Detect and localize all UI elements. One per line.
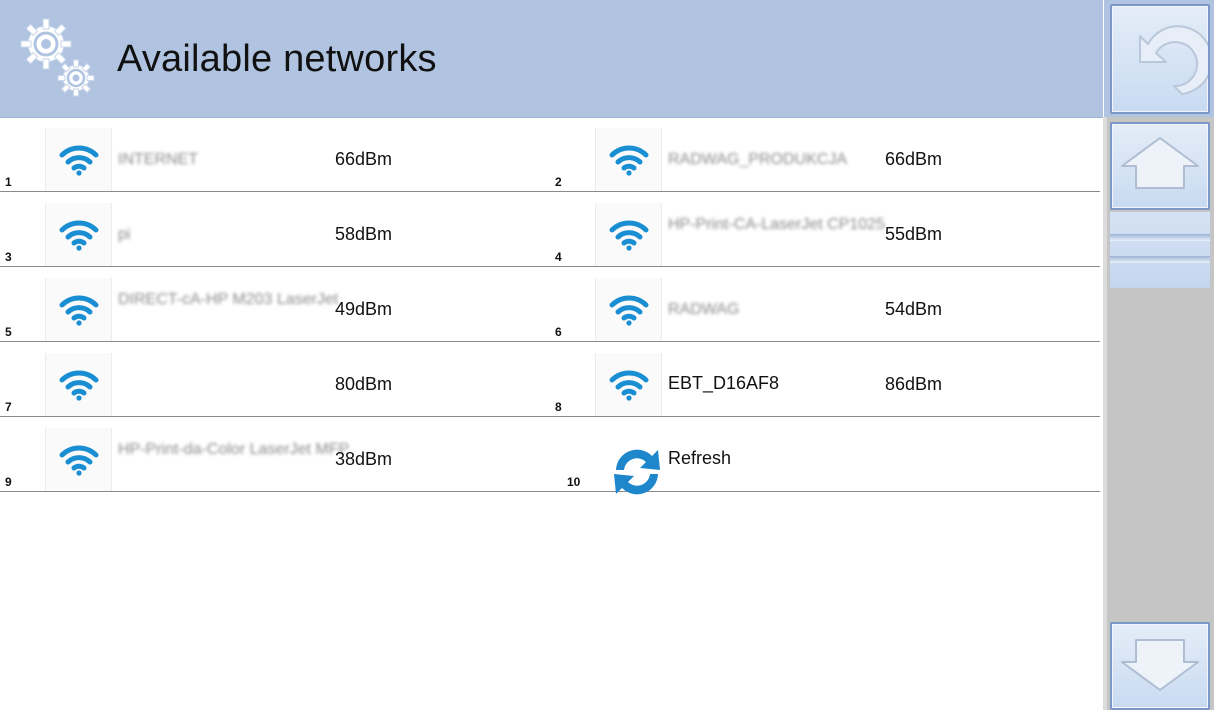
wifi-icon-box	[45, 128, 112, 191]
wifi-icon	[59, 295, 99, 326]
network-item[interactable]: 6 RADWAG 54dBm	[550, 274, 1100, 342]
wifi-icon-box	[45, 203, 112, 266]
network-index: 2	[555, 175, 562, 189]
wifi-icon	[59, 145, 99, 176]
network-name: HP-Print-da-Color LaserJet MFP	[118, 441, 350, 458]
signal-strength: 66dBm	[335, 149, 393, 169]
network-item[interactable]: 7 80dBm	[0, 349, 550, 417]
scrollbar-thumb[interactable]	[1110, 212, 1210, 288]
network-item[interactable]: 1 INTERNET 66dBm	[0, 124, 550, 192]
wifi-icon	[609, 295, 649, 326]
signal-strength: 54dBm	[885, 299, 943, 319]
wifi-icon-box	[595, 278, 662, 341]
network-name: RADWAG	[668, 301, 740, 318]
wifi-icon-box	[45, 428, 112, 491]
wifi-icon	[59, 220, 99, 251]
wifi-icon-box	[45, 353, 112, 416]
wifi-icon	[59, 370, 99, 401]
settings-gears-icon	[20, 18, 95, 97]
network-index: 4	[555, 250, 562, 264]
network-item[interactable]: 3 pi 58dBm	[0, 199, 550, 267]
arrow-up-icon	[1121, 137, 1199, 189]
scroll-up-button[interactable]	[1110, 122, 1210, 210]
page-title: Available networks	[117, 38, 437, 80]
scroll-down-button[interactable]	[1110, 622, 1210, 710]
arrow-down-icon	[1121, 639, 1199, 691]
network-index: 7	[5, 400, 12, 414]
signal-strength: 80dBm	[335, 374, 393, 394]
network-name: EBT_D16AF8	[668, 373, 780, 393]
network-name: RADWAG_PRODUKCJA	[668, 151, 847, 168]
network-index: 10	[567, 475, 581, 489]
network-index: 5	[5, 325, 12, 339]
network-item[interactable]: 2 RADWAG_PRODUKCJA 66dBm	[550, 124, 1100, 192]
network-item[interactable]: 8 EBT_D16AF8 86dBm	[550, 349, 1100, 417]
network-name: DIRECT-cA-HP M203 LaserJet	[118, 291, 339, 308]
refresh-label: Refresh	[668, 448, 732, 468]
signal-strength: 49dBm	[335, 299, 393, 319]
wifi-icon	[609, 220, 649, 251]
wifi-icon	[609, 145, 649, 176]
wifi-icon	[609, 370, 649, 401]
refresh-icon-box	[595, 428, 660, 495]
network-name: pi	[118, 226, 131, 243]
undo-arrow-icon	[1139, 25, 1208, 95]
refresh-icon	[614, 449, 660, 495]
network-index: 3	[5, 250, 12, 264]
refresh-item[interactable]: 10 Refresh	[550, 424, 1100, 495]
signal-strength: 86dBm	[885, 374, 943, 394]
signal-strength: 66dBm	[885, 149, 943, 169]
network-index: 8	[555, 400, 562, 414]
wifi-icon-box	[595, 203, 662, 266]
header-bar: Available networks	[0, 0, 1103, 118]
wifi-icon-box	[595, 353, 662, 416]
network-item[interactable]: 4 HP-Print-CA-LaserJet CP1025 55dBm	[550, 199, 1100, 267]
signal-strength: 58dBm	[335, 224, 393, 244]
wifi-icon	[59, 445, 99, 476]
signal-strength: 38dBm	[335, 449, 393, 469]
network-index: 1	[5, 175, 12, 189]
network-item[interactable]: 5 DIRECT-cA-HP M203 LaserJet 49dBm	[0, 274, 550, 342]
network-item[interactable]: 9 HP-Print-da-Color LaserJet MFP 38dBm	[0, 424, 550, 492]
network-index: 9	[5, 475, 12, 489]
network-name: HP-Print-CA-LaserJet CP1025	[668, 216, 885, 233]
signal-strength: 55dBm	[885, 224, 943, 244]
network-name: INTERNET	[118, 151, 198, 168]
wifi-icon-box	[595, 128, 662, 191]
wifi-icon-box	[45, 278, 112, 341]
back-button[interactable]	[1110, 4, 1210, 114]
network-index: 6	[555, 325, 562, 339]
